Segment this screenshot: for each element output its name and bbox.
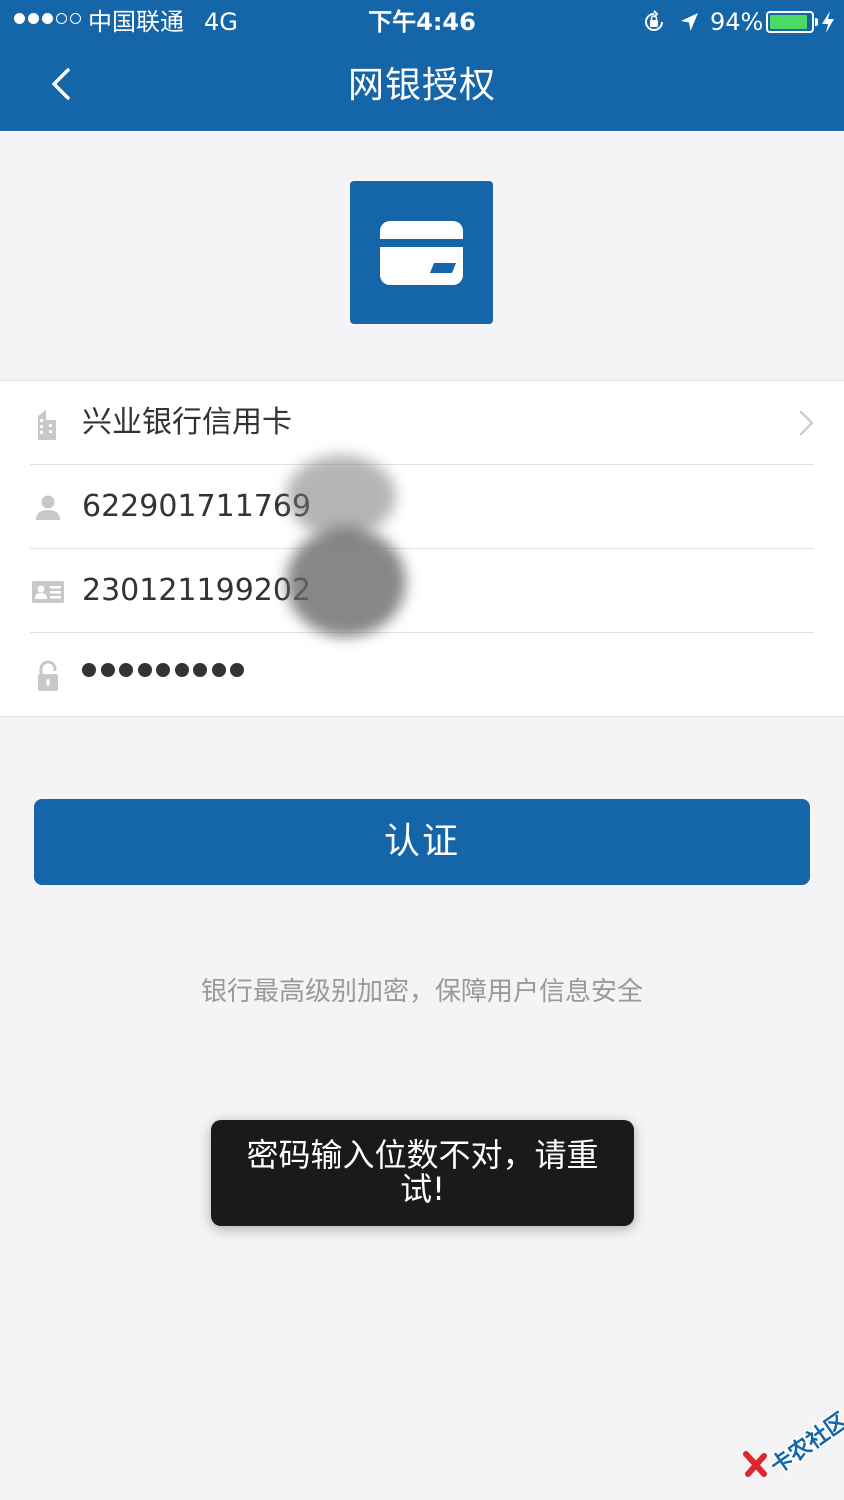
password-dot xyxy=(137,663,152,677)
orientation-lock-icon xyxy=(645,10,663,31)
security-note: 银行最高级别加密，保障用户信息安全 xyxy=(200,977,643,1007)
password-dot xyxy=(119,663,133,677)
password-row[interactable] xyxy=(0,633,844,717)
bank-logo xyxy=(350,181,493,324)
watermark-text: 卡农社区 xyxy=(765,1407,844,1481)
location-arrow-icon xyxy=(681,13,698,31)
lock-icon xyxy=(38,660,58,691)
id-number-field[interactable]: 230121199202 xyxy=(82,569,311,613)
redaction-scribble xyxy=(286,527,406,637)
password-dot xyxy=(174,663,189,677)
watermark-logo: 卡农社区 xyxy=(742,1407,844,1488)
building-icon xyxy=(38,410,56,440)
card-number-field[interactable]: 622901711769 xyxy=(82,485,311,529)
credit-card-icon xyxy=(380,221,463,285)
password-dot xyxy=(100,663,115,677)
battery-percent: 94% xyxy=(710,8,764,36)
id-card-icon xyxy=(32,581,64,603)
password-dot xyxy=(211,663,226,677)
error-toast: 密码输入位数不对，请重试! xyxy=(211,1120,634,1226)
page-title: 网银授权 xyxy=(347,65,496,106)
redaction-scribble xyxy=(286,455,396,537)
battery-icon xyxy=(766,11,818,33)
password-field[interactable] xyxy=(82,663,244,677)
password-dot xyxy=(230,663,244,677)
bank-auth-form: 兴业银行信用卡 622901711769 230121199202 xyxy=(0,380,844,717)
authenticate-button[interactable]: 认证 xyxy=(34,799,810,885)
password-dot xyxy=(82,663,96,677)
user-icon xyxy=(36,495,60,520)
bank-select-row[interactable]: 兴业银行信用卡 xyxy=(0,381,844,465)
nav-bar: 网银授权 xyxy=(0,44,844,131)
chevron-right-icon xyxy=(799,410,814,436)
screen: 中国联通 4G 下午4:46 94% 网银授权 兴业银行信用卡 62290171… xyxy=(0,0,844,1500)
header: 中国联通 4G 下午4:46 94% 网银授权 xyxy=(0,0,844,131)
password-dot xyxy=(193,663,207,677)
password-dot xyxy=(156,663,170,677)
battery-fill xyxy=(770,15,808,29)
bank-name: 兴业银行信用卡 xyxy=(82,405,292,440)
status-bar: 中国联通 4G 下午4:46 94% xyxy=(0,0,844,44)
id-number-row[interactable]: 230121199202 xyxy=(0,549,844,633)
charging-bolt-icon xyxy=(822,11,834,33)
card-number-row[interactable]: 622901711769 xyxy=(0,465,844,549)
